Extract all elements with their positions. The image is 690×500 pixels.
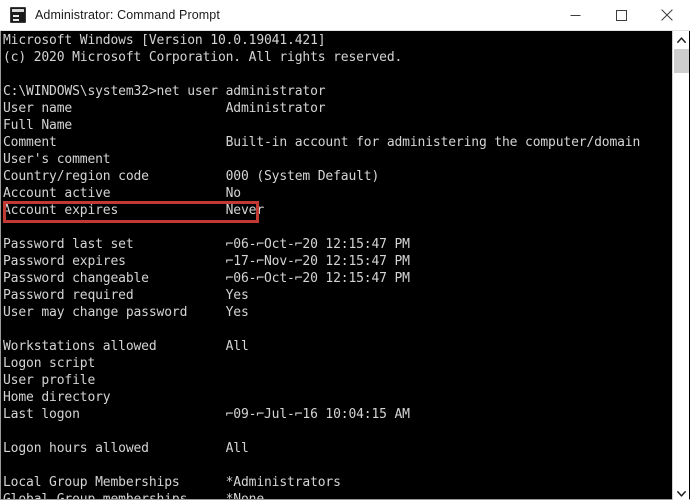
command-prompt-window: Administrator: Command Prompt Microsoft … xyxy=(0,0,690,500)
minimize-button[interactable] xyxy=(552,0,598,31)
maximize-button[interactable] xyxy=(598,0,644,31)
minimize-icon xyxy=(570,14,580,16)
chevron-down-icon xyxy=(676,490,686,497)
scroll-down-button[interactable] xyxy=(673,485,689,500)
scroll-up-button[interactable] xyxy=(673,31,689,48)
maximize-icon xyxy=(615,9,627,21)
console-output-area[interactable]: Microsoft Windows [Version 10.0.19041.42… xyxy=(0,31,690,500)
scrollbar-track[interactable] xyxy=(673,73,689,484)
vertical-scrollbar[interactable] xyxy=(672,31,689,500)
scrollbar-thumb[interactable] xyxy=(674,49,689,73)
console-text: Microsoft Windows [Version 10.0.19041.42… xyxy=(3,33,641,500)
window-title: Administrator: Command Prompt xyxy=(35,8,220,22)
window-controls xyxy=(552,0,690,31)
close-button[interactable] xyxy=(644,0,690,31)
title-bar[interactable]: Administrator: Command Prompt xyxy=(0,0,690,31)
close-icon xyxy=(661,9,673,21)
command-prompt-icon xyxy=(10,7,26,23)
chevron-up-icon xyxy=(676,36,686,43)
